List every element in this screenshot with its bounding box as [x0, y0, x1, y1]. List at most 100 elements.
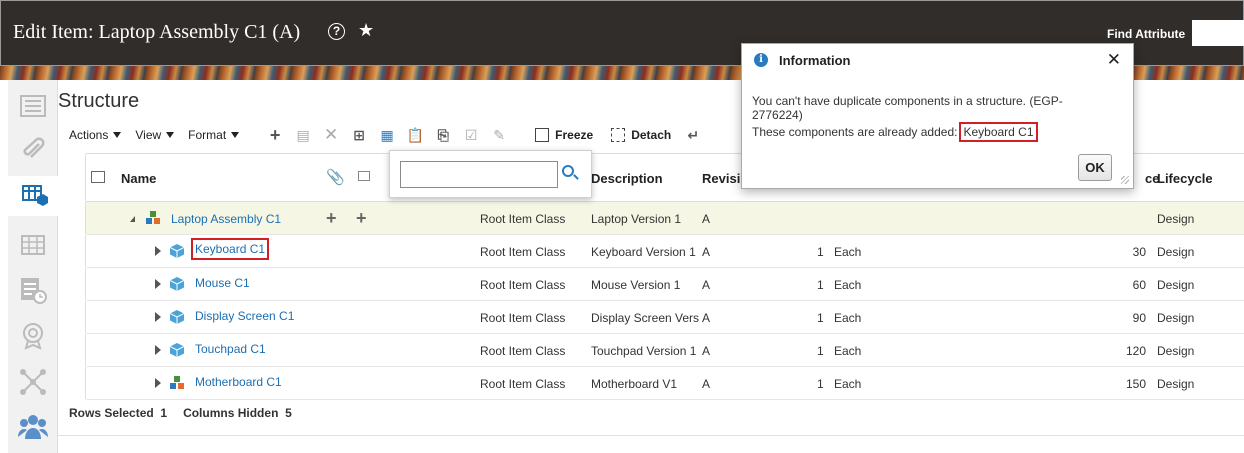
actions-menu-label: Actions	[69, 128, 109, 142]
chevron-down-icon	[113, 132, 122, 138]
clipboard-icon[interactable]: 📋	[406, 127, 423, 143]
table-row[interactable]: Keyboard C1 Root Item Class Keyboard Ver…	[58, 235, 1244, 268]
columns-hidden-label: Columns Hidden	[183, 406, 279, 420]
resize-grip-icon[interactable]	[1121, 176, 1129, 184]
table-row[interactable]: Display Screen C1 Root Item Class Displa…	[58, 301, 1244, 334]
overview-list-icon[interactable]	[8, 86, 58, 126]
column-header-description[interactable]: Description	[591, 171, 663, 186]
dialog-message-line: These components are already added:	[752, 125, 958, 139]
item-uom: Each	[834, 377, 862, 391]
table-row[interactable]: Mouse C1 Root Item Class Mouse Version 1…	[58, 268, 1244, 301]
expand-icon[interactable]	[155, 246, 161, 256]
column-header-revision[interactable]: Revisi	[702, 171, 740, 186]
component-cube-icon	[170, 310, 184, 324]
structure-grid-icon[interactable]	[8, 176, 58, 216]
search-icon[interactable]	[562, 165, 574, 177]
item-quantity: 1	[817, 245, 824, 259]
column-header-name[interactable]: Name	[121, 171, 156, 186]
item-name-link[interactable]: Laptop Assembly C1	[171, 212, 281, 226]
expand-icon[interactable]	[155, 312, 161, 322]
left-nav-rail	[8, 80, 58, 453]
expand-icon[interactable]	[155, 279, 161, 289]
edit-document-icon[interactable]: ✎	[491, 127, 507, 143]
expand-icon[interactable]	[155, 378, 161, 388]
add-sibling-icon[interactable]: +	[356, 208, 367, 229]
edit-icon[interactable]: ▤	[295, 127, 311, 143]
item-revision: A	[702, 212, 711, 226]
find-attribute-input[interactable]	[1192, 20, 1244, 46]
expand-icon[interactable]	[155, 345, 161, 355]
item-uom: Each	[834, 278, 862, 292]
row-header-gutter	[58, 235, 86, 267]
column-settings-icon[interactable]	[91, 171, 105, 183]
actions-menu[interactable]: Actions	[69, 128, 122, 142]
organization-building-icon[interactable]	[8, 224, 58, 264]
find-attribute-label: Find Attribute	[1107, 27, 1186, 41]
format-menu[interactable]: Format	[188, 128, 240, 142]
help-icon[interactable]: ?	[328, 23, 345, 40]
collapse-icon[interactable]	[130, 216, 135, 222]
insert-row-icon[interactable]: ⊞	[351, 127, 367, 143]
table-footer: Rows Selected 1 Columns Hidden 5	[69, 406, 292, 420]
quality-badge-icon[interactable]	[8, 316, 58, 356]
column-search-popup	[389, 150, 592, 198]
item-name-link[interactable]: Touchpad C1	[195, 342, 266, 356]
close-icon[interactable]: ✕	[1107, 50, 1121, 70]
item-revision: A	[702, 278, 711, 292]
people-team-icon[interactable]	[8, 406, 58, 446]
paste-check-icon[interactable]: ☑	[463, 127, 479, 143]
item-name-link[interactable]: Mouse C1	[195, 276, 250, 290]
row-header-gutter	[58, 268, 86, 300]
item-class: Root Item Class	[480, 278, 566, 292]
item-name-link[interactable]: Keyboard C1	[190, 238, 270, 260]
item-name-link[interactable]: Motherboard C1	[195, 375, 282, 389]
add-component-icon[interactable]: ▦	[379, 127, 395, 143]
item-class: Root Item Class	[480, 212, 566, 226]
attachments-icon[interactable]	[8, 130, 58, 170]
view-menu[interactable]: View	[135, 128, 175, 142]
column-search-input[interactable]	[400, 161, 558, 188]
columns-hidden-value: 5	[285, 406, 292, 420]
delete-icon[interactable]: ✕	[323, 125, 339, 144]
change-orders-clock-icon[interactable]	[8, 270, 58, 310]
paste-icon[interactable]: ⎘	[435, 127, 451, 143]
freeze-button[interactable]: Freeze	[535, 128, 593, 142]
chevron-down-icon	[166, 132, 175, 138]
item-lifecycle: Design	[1157, 377, 1195, 391]
add-icon[interactable]: +	[267, 125, 283, 145]
item-uom: Each	[834, 245, 862, 259]
item-revision: A	[702, 245, 711, 259]
relationships-network-icon[interactable]	[8, 362, 58, 402]
item-name-link[interactable]: Display Screen C1	[195, 309, 294, 323]
attachment-column-icon: 📎	[326, 169, 345, 186]
component-cube-icon	[170, 277, 184, 291]
item-revision: A	[702, 344, 711, 358]
table-row[interactable]: Laptop Assembly C1 + + Root Item Class L…	[58, 202, 1244, 235]
freeze-label: Freeze	[555, 128, 594, 142]
info-icon: i	[754, 53, 768, 67]
item-lifecycle: Design	[1157, 212, 1195, 226]
wrap-icon[interactable]: ↵	[685, 127, 701, 143]
ok-button[interactable]: OK	[1078, 154, 1112, 181]
detach-label: Detach	[631, 128, 672, 142]
freeze-icon	[535, 128, 550, 142]
assembly-icon	[146, 211, 160, 224]
chevron-down-icon	[231, 132, 240, 138]
table-row[interactable]: Motherboard C1 Root Item Class Motherboa…	[58, 367, 1244, 400]
table-row[interactable]: Touchpad C1 Root Item Class Touchpad Ver…	[58, 334, 1244, 367]
item-price: 90	[1132, 311, 1146, 325]
add-child-icon[interactable]: +	[326, 208, 337, 229]
dialog-title: Information	[779, 53, 851, 68]
item-revision: A	[702, 311, 711, 325]
view-menu-label: View	[135, 128, 162, 142]
item-description: Keyboard Version 1	[591, 245, 696, 259]
row-header-gutter	[58, 367, 86, 399]
item-description: Touchpad Version 1	[591, 344, 697, 358]
item-uom: Each	[834, 344, 862, 358]
favorite-star-icon[interactable]: ★	[358, 20, 374, 41]
column-header-lifecycle[interactable]: Lifecycle	[1157, 171, 1213, 186]
item-lifecycle: Design	[1157, 245, 1195, 259]
item-lifecycle: Design	[1157, 278, 1195, 292]
item-price: 60	[1132, 278, 1146, 292]
detach-button[interactable]: Detach	[611, 128, 671, 142]
